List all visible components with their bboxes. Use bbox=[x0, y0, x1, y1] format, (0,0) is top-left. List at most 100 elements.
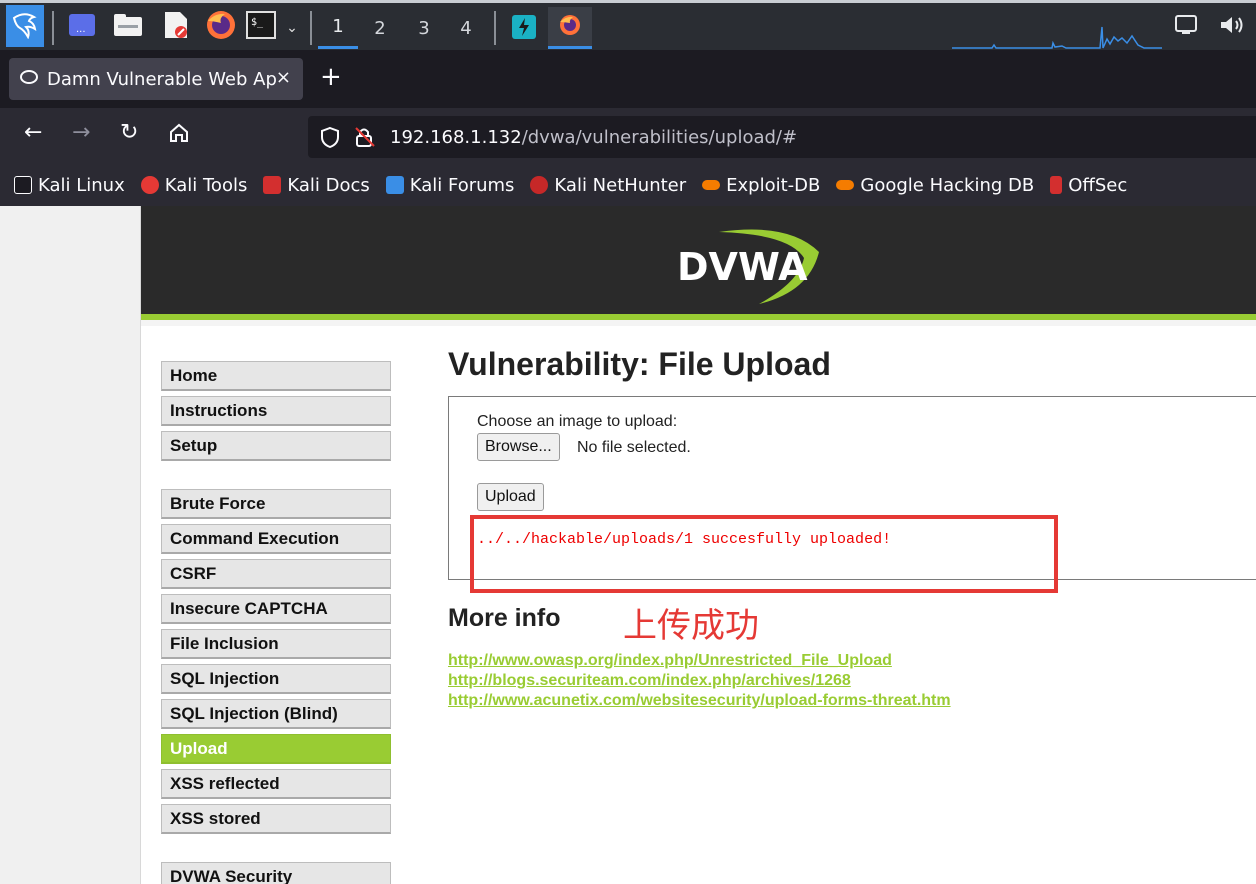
firefox-icon bbox=[205, 9, 237, 45]
upload-button[interactable]: Upload bbox=[477, 483, 544, 511]
home-icon[interactable] bbox=[168, 122, 190, 150]
bookmark-label: Kali NetHunter bbox=[554, 174, 687, 196]
link-securiteam[interactable]: http://blogs.securiteam.com/index.php/ar… bbox=[448, 672, 851, 690]
svg-text:DVWA: DVWA bbox=[677, 245, 808, 289]
tab-bar: Damn Vulnerable Web App × + bbox=[0, 50, 1256, 108]
insecure-lock-icon[interactable] bbox=[354, 126, 376, 152]
menu-xss-stored[interactable]: XSS stored bbox=[161, 804, 391, 834]
kali-dragon-icon bbox=[14, 176, 32, 194]
file-status: No file selected. bbox=[577, 439, 691, 456]
cpu-graph bbox=[952, 25, 1162, 49]
bookmark-label: Exploit-DB bbox=[726, 174, 821, 196]
bookmark-google-hacking-db[interactable]: Google Hacking DB bbox=[836, 175, 1034, 196]
menu-sql-injection-blind[interactable]: SQL Injection (Blind) bbox=[161, 699, 391, 729]
bookmark-kali-nethunter[interactable]: Kali NetHunter bbox=[530, 175, 686, 196]
tray-app-icon bbox=[511, 14, 537, 44]
kali-menu-button[interactable] bbox=[6, 5, 44, 47]
svg-text:...: ... bbox=[76, 24, 86, 35]
kali-forums-icon bbox=[385, 176, 404, 194]
menu-setup[interactable]: Setup bbox=[161, 431, 391, 461]
web-page: DVWA Home Instructions Setup Brute Force… bbox=[0, 206, 1256, 884]
page-title: Vulnerability: File Upload bbox=[448, 346, 831, 382]
workspace-4[interactable]: 4 bbox=[446, 7, 486, 49]
menu-instructions[interactable]: Instructions bbox=[161, 396, 391, 426]
menu-home[interactable]: Home bbox=[161, 361, 391, 391]
upload-prompt: Choose an image to upload: bbox=[477, 413, 678, 430]
shield-icon[interactable] bbox=[320, 126, 340, 152]
kali-panel: ... $_ ⌄ 1 2 3 4 bbox=[0, 0, 1256, 50]
volume-icon bbox=[1219, 14, 1245, 40]
svg-text:$_: $_ bbox=[251, 17, 264, 28]
url-host: 192.168.1.132 bbox=[390, 126, 522, 148]
bookmark-offsec[interactable]: OffSec bbox=[1050, 175, 1127, 196]
display-button[interactable] bbox=[1174, 15, 1198, 39]
show-desktop-button[interactable]: ... bbox=[66, 13, 98, 41]
tab-title: Damn Vulnerable Web App bbox=[47, 68, 277, 90]
menu-dvwa-security[interactable]: DVWA Security bbox=[161, 862, 391, 884]
offsec-icon bbox=[1050, 176, 1063, 194]
bookmark-label: Kali Docs bbox=[287, 174, 370, 196]
ghdb-icon bbox=[836, 180, 855, 190]
link-owasp[interactable]: http://www.owasp.org/index.php/Unrestric… bbox=[448, 652, 892, 670]
firefox-taskbar-icon bbox=[558, 13, 582, 41]
reload-icon[interactable]: ↻ bbox=[120, 120, 138, 145]
file-manager-icon bbox=[113, 13, 143, 41]
terminal-button[interactable]: $_ bbox=[246, 11, 276, 43]
kali-dragon-icon bbox=[10, 9, 40, 43]
terminal-icon: $_ bbox=[246, 11, 276, 43]
url-bar[interactable]: 192.168.1.132/dvwa/vulnerabilities/uploa… bbox=[308, 116, 1256, 158]
menu-command-execution[interactable]: Command Execution bbox=[161, 524, 391, 554]
bookmark-kali-docs[interactable]: Kali Docs bbox=[263, 174, 370, 196]
bookmark-label: OffSec bbox=[1068, 174, 1128, 196]
main-content: Home Instructions Setup Brute Force Comm… bbox=[141, 326, 1256, 884]
text-editor-icon bbox=[163, 10, 189, 44]
kali-tools-icon bbox=[140, 176, 159, 194]
workspace-1[interactable]: 1 bbox=[318, 7, 358, 49]
browse-button[interactable]: Browse... bbox=[477, 433, 560, 461]
bookmark-label: Kali Linux bbox=[38, 174, 125, 196]
chevron-down-icon: ⌄ bbox=[286, 20, 298, 36]
bookmark-kali-forums[interactable]: Kali Forums bbox=[385, 174, 515, 196]
workspace-3[interactable]: 3 bbox=[404, 7, 444, 49]
menu-upload[interactable]: Upload bbox=[161, 734, 391, 764]
link-acunetix[interactable]: http://www.acunetix.com/websitesecurity/… bbox=[448, 692, 951, 710]
menu-brute-force[interactable]: Brute Force bbox=[161, 489, 391, 519]
new-tab-button[interactable]: + bbox=[320, 62, 342, 92]
workspace-2[interactable]: 2 bbox=[360, 7, 400, 49]
forward-icon[interactable]: → bbox=[72, 120, 90, 145]
desktop-icon: ... bbox=[68, 13, 96, 41]
nethunter-icon bbox=[530, 176, 549, 194]
dvwa-logo: DVWA bbox=[669, 222, 829, 308]
url-path: /dvwa/vulnerabilities/upload/# bbox=[521, 126, 798, 148]
bookmarks-toolbar: Kali Linux Kali Tools Kali Docs Kali For… bbox=[0, 164, 1256, 206]
menu-xss-reflected[interactable]: XSS reflected bbox=[161, 769, 391, 799]
exploit-db-icon bbox=[702, 180, 721, 190]
volume-button[interactable] bbox=[1218, 15, 1246, 39]
taskbar-app-button[interactable] bbox=[504, 9, 544, 49]
menu-insecure-captcha[interactable]: Insecure CAPTCHA bbox=[161, 594, 391, 624]
annotation-highlight-box bbox=[470, 515, 1058, 593]
terminal-menu-button[interactable]: ⌄ bbox=[282, 17, 302, 39]
taskbar-firefox-window[interactable] bbox=[548, 7, 592, 49]
dvwa-header: DVWA bbox=[141, 206, 1256, 320]
more-info-heading: More info bbox=[448, 604, 561, 632]
file-manager-button[interactable] bbox=[112, 13, 144, 41]
text-editor-button[interactable] bbox=[160, 11, 192, 43]
kali-docs-icon bbox=[263, 176, 282, 194]
bookmark-label: Kali Forums bbox=[409, 174, 515, 196]
tab-dvwa[interactable]: Damn Vulnerable Web App × bbox=[9, 58, 303, 100]
bookmark-label: Google Hacking DB bbox=[860, 174, 1035, 196]
navigation-bar: ← → ↻ 192.168.1.132/dvwa/vulnerabilities… bbox=[0, 108, 1256, 164]
bookmark-kali-linux[interactable]: Kali Linux bbox=[14, 175, 125, 196]
firefox-launcher-button[interactable] bbox=[204, 10, 238, 44]
menu-csrf[interactable]: CSRF bbox=[161, 559, 391, 589]
menu-file-inclusion[interactable]: File Inclusion bbox=[161, 629, 391, 659]
annotation-label: 上传成功 bbox=[623, 606, 759, 646]
bookmark-kali-tools[interactable]: Kali Tools bbox=[140, 174, 248, 196]
bookmark-label: Kali Tools bbox=[164, 174, 248, 196]
back-icon[interactable]: ← bbox=[24, 120, 42, 145]
dvwa-favicon bbox=[19, 67, 39, 91]
menu-sql-injection[interactable]: SQL Injection bbox=[161, 664, 391, 694]
bookmark-exploit-db[interactable]: Exploit-DB bbox=[702, 175, 820, 196]
close-tab-icon[interactable]: × bbox=[276, 67, 291, 88]
